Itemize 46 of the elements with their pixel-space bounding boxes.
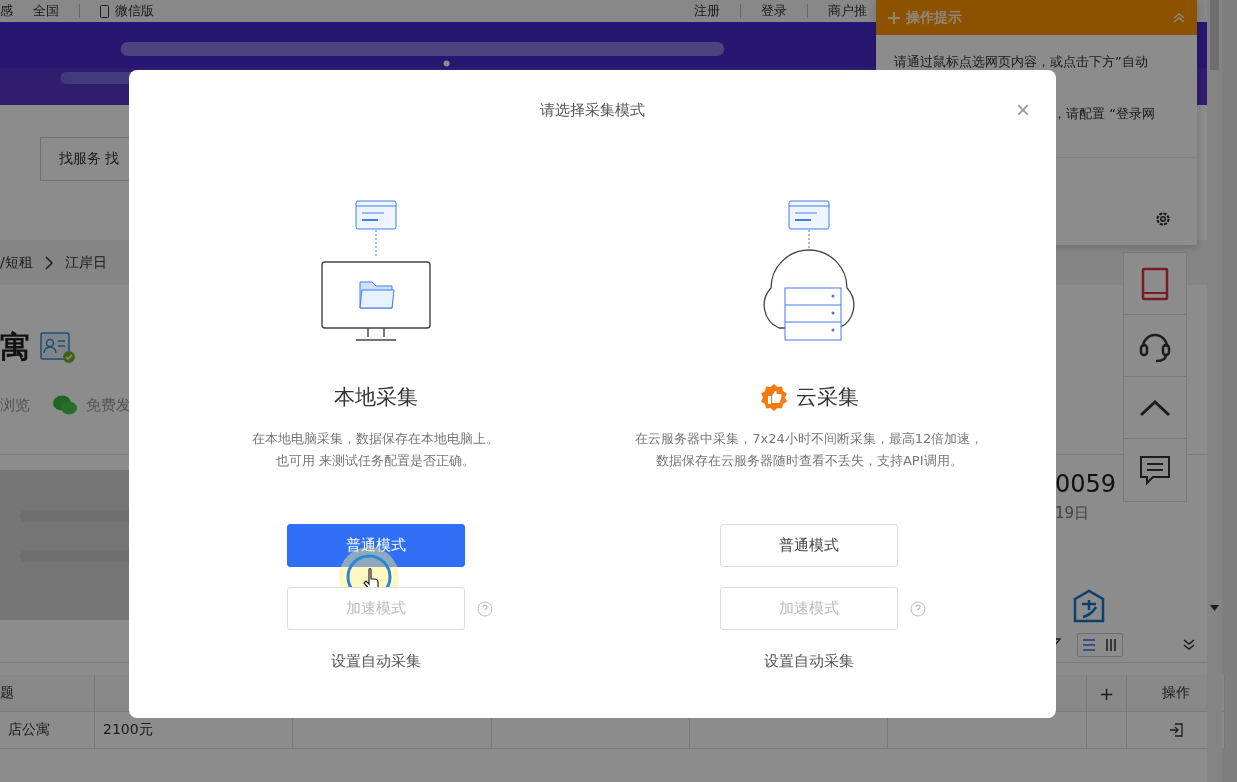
payment-icon bbox=[1071, 589, 1107, 623]
breadcrumb-link[interactable]: 江岸日 bbox=[64, 253, 107, 272]
option-title: 云采集 bbox=[795, 384, 859, 411]
region-text: 感 bbox=[0, 2, 13, 20]
primary-button[interactable]: 普通模式 bbox=[286, 524, 465, 567]
hint-text: ，请配置 “登录网 bbox=[1053, 105, 1156, 123]
auto-collect-link[interactable]: 设置自动采集 bbox=[330, 652, 421, 671]
message-icon bbox=[1139, 454, 1171, 486]
top-link[interactable]: 登录 bbox=[761, 2, 787, 20]
plus-icon bbox=[888, 11, 900, 24]
columns-icon bbox=[1105, 638, 1117, 652]
table-cell: 店公寓 bbox=[0, 712, 95, 749]
wechat-version-link[interactable]: 微信版 bbox=[115, 2, 154, 20]
top-link[interactable]: 商户推 bbox=[828, 2, 867, 20]
option-description: 数据保存在云服务器随时查看不丢失，支持API调用。 bbox=[655, 452, 963, 470]
option-description: 在本地电脑采集，数据保存在本地电脑上。 bbox=[252, 430, 500, 448]
date-text: 19日 bbox=[1055, 504, 1091, 523]
list-icon bbox=[1082, 639, 1096, 651]
chevron-right-icon bbox=[44, 255, 53, 270]
panel-title: 操作提示 bbox=[906, 8, 962, 27]
settings-icon[interactable] bbox=[1155, 211, 1171, 227]
export-icon[interactable] bbox=[1168, 723, 1183, 737]
phone-number: 0059 bbox=[1055, 470, 1117, 498]
thumbs-up-badge-icon bbox=[759, 383, 788, 411]
wechat-icon bbox=[52, 394, 78, 416]
auto-collect-link[interactable]: 设置自动采集 bbox=[764, 652, 855, 671]
mode-button[interactable]: 普通模式 bbox=[720, 524, 899, 567]
hint-text: 请通过鼠标点选网页内容，或点击下方”自动 bbox=[894, 53, 1149, 71]
add-column-button[interactable]: + bbox=[1098, 682, 1115, 704]
tablet-icon bbox=[1141, 266, 1169, 301]
dialog-title: 请选择采集模式 bbox=[540, 100, 645, 120]
option-description: 也可用 来测试任务配置是否正确。 bbox=[276, 452, 476, 470]
double-chevron-down-icon[interactable] bbox=[1183, 639, 1195, 651]
scrollbar[interactable] bbox=[1207, 0, 1222, 782]
listing-title: 寓 bbox=[0, 328, 30, 366]
breadcrumb-link[interactable]: /短租 bbox=[0, 253, 33, 272]
city-link[interactable]: 全国 bbox=[33, 2, 59, 20]
top-link[interactable]: 注册 bbox=[694, 2, 720, 20]
scroll-down-arrow-icon[interactable] bbox=[1210, 605, 1219, 611]
option-title: 本地采集 bbox=[333, 384, 418, 411]
close-button[interactable]: × bbox=[1016, 98, 1030, 122]
option-description: 在云服务器中采集，7x24小时不间断采集，最高12倍加速， bbox=[635, 430, 984, 448]
phone-icon bbox=[100, 4, 109, 18]
chevron-up-icon bbox=[1139, 398, 1171, 417]
column-header: 题 bbox=[0, 675, 95, 712]
verified-id-icon bbox=[40, 331, 76, 364]
